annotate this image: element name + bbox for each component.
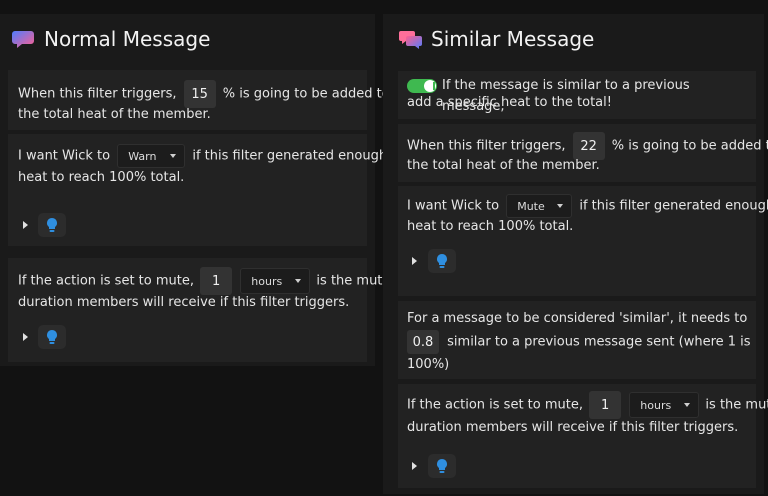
panel-title: Similar Message [431,27,595,51]
mute-unit-select[interactable]: hours [240,268,311,294]
heat-text-before: When this filter triggers, [407,138,566,154]
similar-message-header: Similar Message [399,27,594,51]
mute-card: If the action is set to mute, 1 hours is… [8,258,390,362]
mute-unit-value: hours [251,274,283,288]
normal-message-header: Normal Message [12,27,210,51]
mute-unit-value: hours [640,398,672,412]
normal-message-panel: Normal Message When this filter triggers… [0,14,390,366]
chat-bubbles-icon [399,28,422,50]
heat-card: When this filter triggers, 22 % is going… [398,124,768,182]
action-text-line2: heat to reach 100% total. [407,219,574,234]
action-text-line2: heat to reach 100% total. [18,170,185,185]
expand-triangle-icon[interactable] [23,221,28,229]
similar-message-panel: Similar Message If the message is simila… [383,14,768,494]
chevron-down-icon [557,204,564,208]
heat-text-after: % is going to be added to [611,138,768,154]
similarity-card: For a message to be considered 'similar'… [398,301,756,379]
heat-text-line2: the total heat of the member. [407,158,600,173]
lightbulb-icon[interactable] [38,213,66,237]
lightbulb-icon[interactable] [428,454,456,478]
chat-bubbles-icon [12,28,34,50]
panel-title: Normal Message [44,27,211,51]
mute-duration-input[interactable]: 1 [200,267,233,295]
action-select-value: Mute [517,199,545,213]
heat-text-after: % is going to be added to [222,86,390,102]
action-text-after: if this filter generated enough [192,148,388,164]
mute-unit-select[interactable]: hours [629,392,700,418]
action-text-before: I want Wick to [18,148,111,164]
heat-text-line2: the total heat of the member. [18,107,211,122]
action-text-before: I want Wick to [407,198,500,214]
action-select[interactable]: Warn [117,144,186,168]
similarity-text-line3: 100%) [407,357,450,372]
expand-triangle-icon[interactable] [23,333,28,341]
similar-toggle[interactable] [407,79,437,93]
expand-triangle-icon[interactable] [412,257,417,265]
action-card: I want Wick to Warn if this filter gener… [8,134,387,246]
similarity-threshold-input[interactable]: 0.8 [407,330,439,354]
mute-duration-input[interactable]: 1 [589,391,622,419]
chevron-down-icon [684,403,691,407]
action-card: I want Wick to Mute if this filter gener… [398,186,768,296]
chevron-down-icon [170,154,177,158]
heat-text-before: When this filter triggers, [18,86,177,102]
mute-text-line2: duration members will receive if this fi… [407,420,739,435]
mute-text-after: is the mute [316,273,391,289]
lightbulb-icon[interactable] [428,249,456,273]
similarity-text-after: similar to a previous message sent (wher… [447,334,751,350]
toggle-bar [433,82,435,90]
mute-text-after: is the mute [705,397,768,413]
toggle-text-line2: add a specific heat to the total! [407,95,612,110]
heat-card: When this filter triggers, 15 % is going… [8,70,390,130]
chevron-down-icon [295,279,302,283]
action-select-value: Warn [128,149,157,163]
mute-card: If the action is set to mute, 1 hours is… [398,384,768,488]
expand-triangle-icon[interactable] [412,462,417,470]
lightbulb-icon[interactable] [38,325,66,349]
mute-text-before: If the action is set to mute, [407,397,583,413]
action-select[interactable]: Mute [506,194,573,218]
action-text-after: if this filter generated enough [579,198,768,214]
similar-toggle-card: If the message is similar to a previous … [398,71,756,119]
mute-text-line2: duration members will receive if this fi… [18,295,350,310]
mute-text-before: If the action is set to mute, [18,273,194,289]
